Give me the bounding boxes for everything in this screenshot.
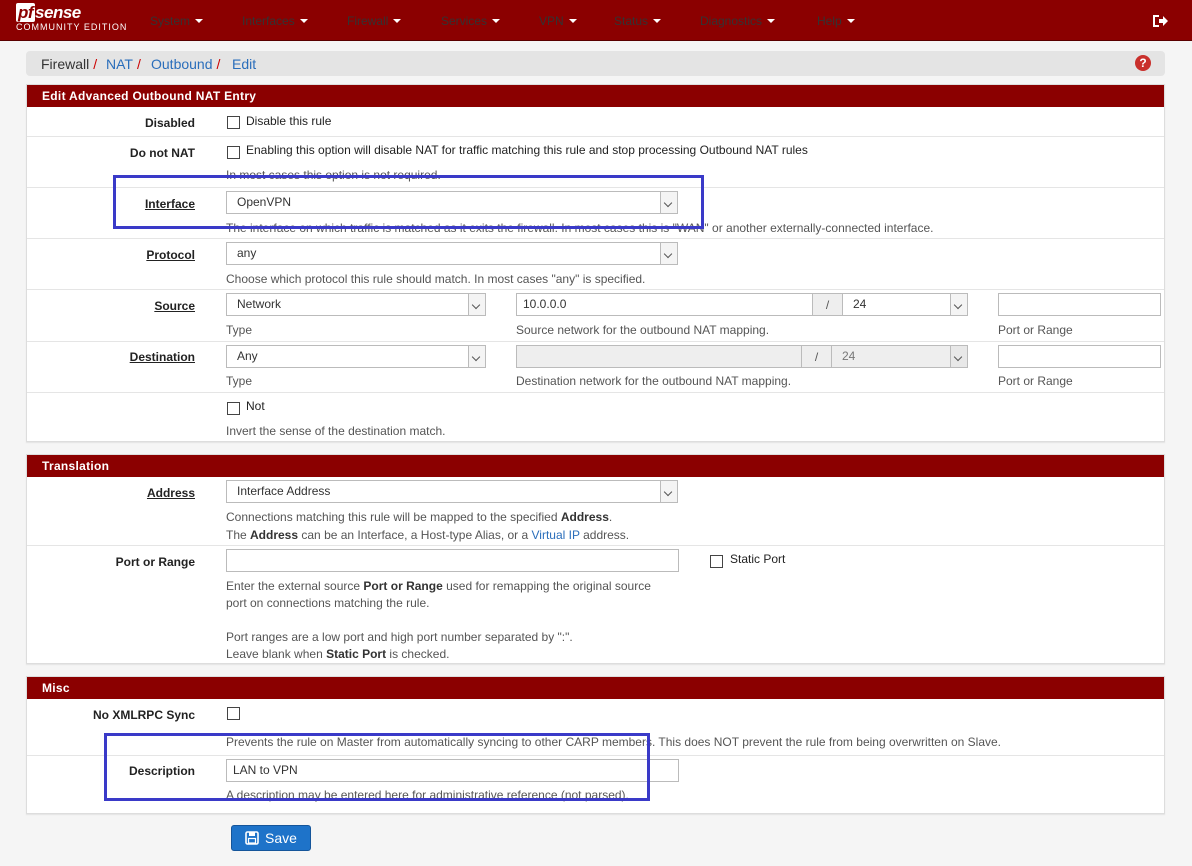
help-port-3: Port ranges are a low port and high port… — [226, 630, 573, 644]
row-protocol: Protocol any Choose which protocol this … — [27, 238, 1164, 289]
panel-title: Misc — [27, 677, 1164, 699]
save-button-label: Save — [265, 830, 297, 846]
panel-translation: Translation Address Interface Address Co… — [26, 454, 1165, 664]
chevron-down-icon — [660, 243, 677, 264]
checkbox-do-not-nat[interactable] — [227, 146, 240, 159]
help-source-network: Source network for the outbound NAT mapp… — [516, 323, 770, 337]
chevron-down-icon — [468, 294, 485, 315]
help-source-port: Port or Range — [998, 323, 1073, 337]
row-disabled: Disabled Disable this rule — [27, 107, 1164, 136]
port-range-input[interactable] — [226, 549, 679, 572]
label-do-not-nat: Do not NAT — [129, 146, 195, 160]
chevron-down-icon — [950, 346, 967, 367]
help-destination-type: Type — [226, 374, 253, 388]
menu-services[interactable]: Services — [441, 0, 501, 41]
checkbox-not[interactable] — [227, 402, 240, 415]
destination-slash: / — [802, 345, 831, 368]
top-navbar: pf sense COMMUNITY EDITION System Interfa… — [0, 0, 1192, 41]
highlight-box-description — [104, 733, 650, 801]
save-icon — [245, 831, 259, 845]
checkbox-disabled[interactable] — [227, 116, 240, 129]
label-protocol: Protocol — [146, 248, 195, 262]
menu-diagnostics[interactable]: Diagnostics — [700, 0, 776, 41]
checkbox-disabled-label: Disable this rule — [246, 114, 332, 128]
panel-edit-nat-entry: Edit Advanced Outbound NAT Entry Disable… — [26, 84, 1165, 442]
chevron-down-icon — [492, 18, 501, 23]
chevron-down-icon — [393, 18, 402, 23]
source-network-input[interactable]: 10.0.0.0 — [516, 293, 813, 316]
menu-interfaces[interactable]: Interfaces — [242, 0, 308, 41]
row-address: Address Interface Address Connections ma… — [27, 477, 1164, 545]
protocol-select[interactable]: any — [226, 242, 678, 265]
row-not: Not Invert the sense of the destination … — [27, 392, 1164, 442]
edition-label: COMMUNITY EDITION — [16, 22, 128, 32]
question-icon[interactable]: ? — [1135, 55, 1151, 71]
breadcrumb-firewall: Firewall / — [41, 56, 98, 72]
help-address-1: Connections matching this rule will be m… — [226, 510, 613, 524]
panel-title: Edit Advanced Outbound NAT Entry — [27, 85, 1164, 107]
menu-system[interactable]: System — [150, 0, 204, 41]
breadcrumb: Firewall / NAT / Outbound / Edit ? — [26, 51, 1165, 76]
menu-firewall[interactable]: Firewall — [347, 0, 402, 41]
destination-port-input[interactable] — [998, 345, 1161, 368]
chevron-down-icon — [653, 18, 662, 23]
label-no-xmlrpc: No XMLRPC Sync — [92, 708, 195, 722]
chevron-down-icon — [660, 481, 677, 502]
source-mask-select[interactable]: 24 — [842, 293, 968, 316]
address-select[interactable]: Interface Address — [226, 480, 678, 503]
chevron-down-icon — [846, 18, 855, 23]
help-address-2: The Address can be an Interface, a Host-… — [226, 528, 630, 542]
destination-type-select[interactable]: Any — [226, 345, 486, 368]
source-slash: / — [813, 293, 842, 316]
row-port-range: Port or Range Static Port Enter the exte… — [27, 545, 1164, 665]
checkbox-do-not-nat-label: Enabling this option will disable NAT fo… — [246, 143, 808, 157]
help-port-4: Leave blank when Static Port is checked. — [226, 647, 450, 661]
checkbox-no-xmlrpc[interactable] — [227, 707, 240, 720]
logo-prefix: pf — [16, 3, 36, 22]
save-button[interactable]: Save — [231, 825, 311, 851]
sign-out-icon[interactable] — [1152, 13, 1168, 29]
destination-network-input[interactable] — [516, 345, 802, 368]
label-port-range: Port or Range — [115, 555, 195, 569]
label-destination: Destination — [129, 350, 195, 364]
help-protocol: Choose which protocol this rule should m… — [226, 272, 646, 286]
help-destination-network: Destination network for the outbound NAT… — [516, 374, 792, 388]
checkbox-static-port[interactable] — [710, 555, 723, 568]
help-port-2: port on connections matching the rule. — [226, 596, 430, 610]
label-disabled: Disabled — [144, 116, 195, 130]
logo-text: sense — [35, 3, 81, 22]
static-port-label: Static Port — [730, 552, 786, 566]
menu-help[interactable]: Help — [817, 0, 855, 41]
chevron-down-icon — [299, 18, 308, 23]
menu-vpn[interactable]: VPN — [539, 0, 577, 41]
row-destination: Destination Any Type / 24 Destination ne… — [27, 341, 1164, 392]
help-port-1: Enter the external source Port or Range … — [226, 579, 651, 593]
source-port-input[interactable] — [998, 293, 1161, 316]
row-source: Source Network Type 10.0.0.0 / 24 Source… — [27, 289, 1164, 341]
destination-mask-select[interactable]: 24 — [831, 345, 968, 368]
chevron-down-icon — [195, 18, 204, 23]
help-not: Invert the sense of the destination matc… — [226, 424, 446, 438]
virtual-ip-link[interactable]: Virtual IP — [532, 528, 580, 542]
chevron-down-icon — [468, 346, 485, 367]
chevron-down-icon — [950, 294, 967, 315]
source-type-select[interactable]: Network — [226, 293, 486, 316]
panel-title: Translation — [27, 455, 1164, 477]
menu-status[interactable]: Status — [614, 0, 662, 41]
checkbox-not-label: Not — [246, 399, 265, 413]
pfsense-logo[interactable]: pf sense COMMUNITY EDITION — [16, 3, 128, 33]
chevron-down-icon — [568, 18, 577, 23]
chevron-down-icon — [767, 18, 776, 23]
help-destination-port: Port or Range — [998, 374, 1073, 388]
breadcrumb-edit[interactable]: Edit — [232, 56, 256, 72]
label-source: Source — [154, 299, 195, 313]
label-address: Address — [146, 486, 195, 500]
breadcrumb-nat[interactable]: NAT / — [106, 56, 145, 72]
highlight-box-interface — [113, 175, 704, 229]
breadcrumb-outbound[interactable]: Outbound / — [151, 56, 224, 72]
help-source-type: Type — [226, 323, 253, 337]
